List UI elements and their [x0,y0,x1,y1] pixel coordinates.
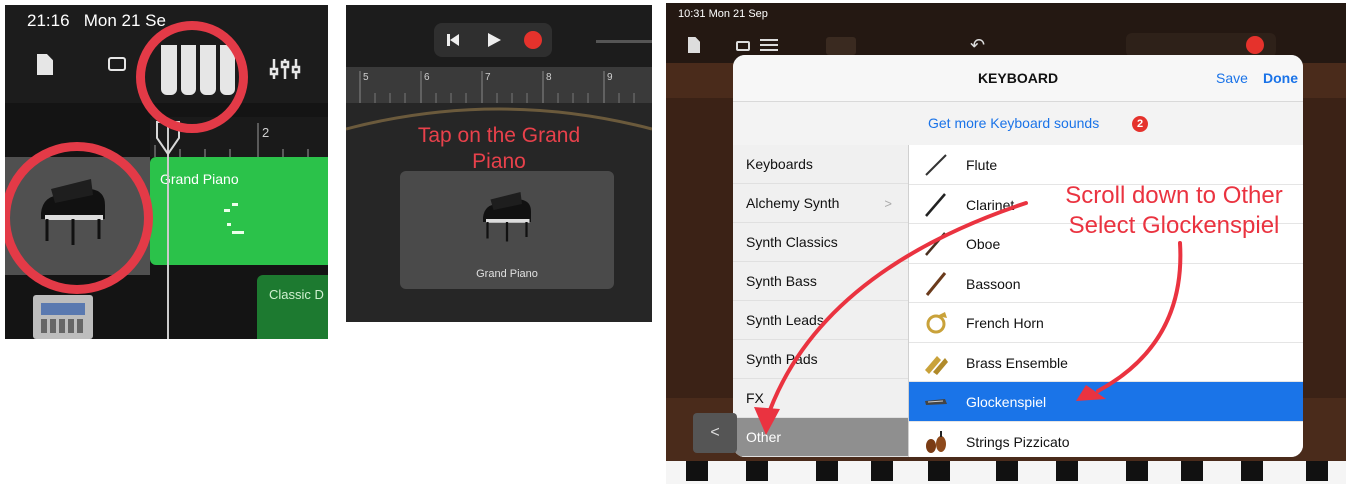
status-time: 21:16 [27,11,70,30]
record-icon[interactable] [524,31,542,49]
garageband-instrument-panel: 5 6 7 8 9 Tap on the Grand Piano Grand P… [346,5,652,322]
ruler-mark: 9 [607,72,613,83]
midi-notes [224,203,244,234]
play-icon[interactable] [486,32,502,48]
tracks-view-icon[interactable] [108,57,126,71]
ruler-mark: 8 [546,72,552,83]
playhead[interactable] [167,125,169,339]
garageband-tracks-panel: 21:16 Mon 21 Se 2 Grand Piano Classic D [5,5,328,339]
highlight-circle-keyboard [136,21,248,133]
ruler-mark: 7 [485,72,491,83]
highlight-circle-piano-track [5,142,153,294]
timeline-ruler[interactable]: 5 6 7 8 9 [346,67,652,103]
classic-drum-region[interactable]: Classic D [257,275,328,339]
keyboard-sound-picker-panel: 10:31 Mon 21 Sep ↶ KEYBOARD Save Done Ge… [666,3,1346,484]
grand-piano-region[interactable]: Grand Piano [150,157,328,265]
ruler-mark: 5 [363,72,369,83]
grand-piano-icon [483,192,531,242]
annotation-arrows [754,201,1183,435]
ruler-mark: 6 [424,72,430,83]
transport-controls [434,23,552,57]
rewind-icon[interactable] [446,33,460,47]
card-label: Grand Piano [476,268,538,280]
ruler-mark: 2 [262,125,269,140]
status-bar: 21:16 Mon 21 Se [27,11,166,31]
mixer-icon[interactable] [269,57,301,81]
region-label: Classic D [269,287,324,302]
status-date: Mon 21 Se [83,11,166,30]
volume-slider[interactable] [596,40,652,43]
region-label: Grand Piano [160,171,239,187]
instruction-annotation: Tap on the Grand Piano [417,124,581,173]
drum-machine-icon[interactable] [33,295,93,339]
